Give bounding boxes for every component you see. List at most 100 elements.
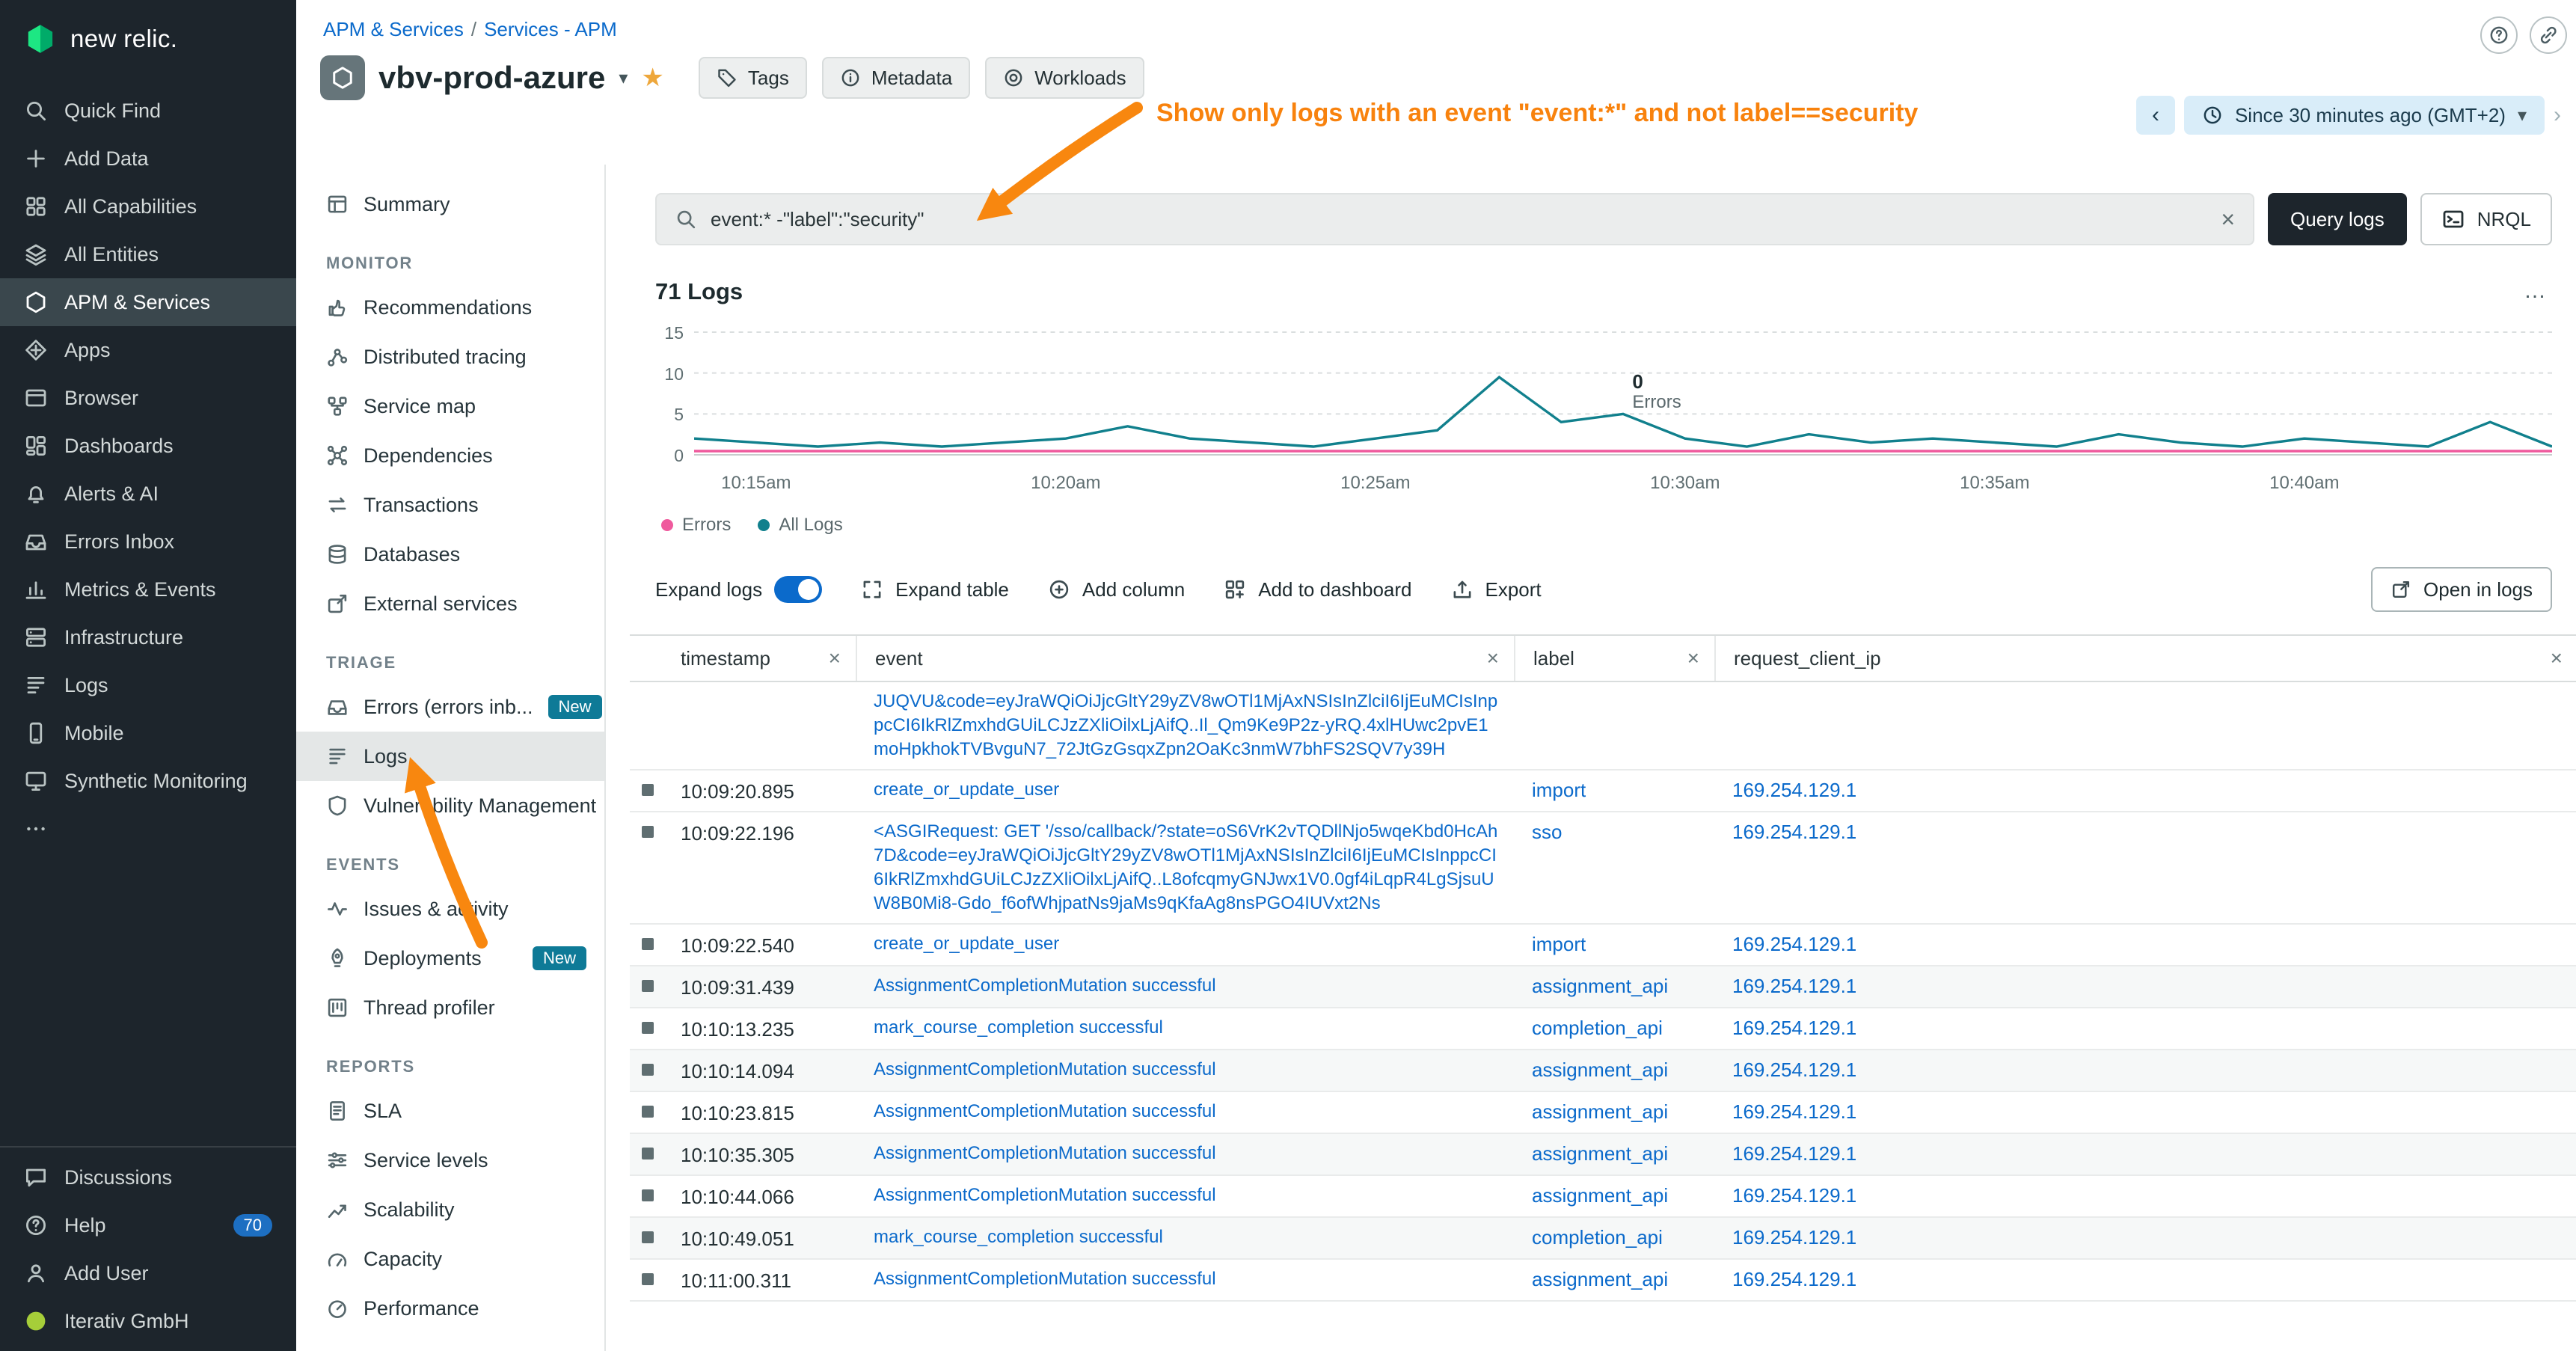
sidebar-footer-item[interactable]: Iterativ GmbH [0,1297,296,1345]
sidebar-item[interactable]: Logs [0,661,296,709]
clear-search-icon[interactable]: × [2221,206,2235,233]
cell-event-link[interactable]: AssignmentCompletionMutation successful [874,1058,1499,1082]
subnav-item[interactable]: External services [296,579,604,628]
sidebar-item[interactable]: Synthetic Monitoring [0,757,296,805]
table-row[interactable]: JUQVU&code=eyJraWQiOiJjcGltY29yZV8wOTl1M… [630,682,2576,771]
cell-label-link[interactable]: assignment_api [1532,974,1699,998]
permalink-button[interactable] [2530,16,2567,54]
sidebar-item[interactable]: All Capabilities [0,183,296,230]
row-marker[interactable] [642,784,654,796]
table-row[interactable]: 10:09:31.439 AssignmentCompletionMutatio… [630,966,2576,1008]
sidebar-item[interactable]: Apps [0,326,296,374]
row-marker[interactable] [642,1189,654,1201]
table-row[interactable]: 10:09:22.540 create_or_update_user impor… [630,925,2576,966]
cell-event-link[interactable]: mark_course_completion successful [874,1225,1499,1249]
cell-label-link[interactable]: assignment_api [1532,1142,1699,1165]
nrql-button[interactable]: NRQL [2420,193,2552,245]
more-options-icon[interactable]: … [2524,278,2549,304]
cell-label-link[interactable]: completion_api [1532,1016,1699,1040]
breadcrumb-services-apm[interactable]: Services - APM [484,18,617,40]
row-marker[interactable] [642,826,654,838]
table-row[interactable]: 10:10:44.066 AssignmentCompletionMutatio… [630,1176,2576,1218]
cell-ip-link[interactable]: 169.254.129.1 [1732,1225,2563,1249]
favorite-star-icon[interactable]: ★ [641,63,663,93]
cell-ip-link[interactable]: 169.254.129.1 [1732,1142,2563,1165]
cell-event-link[interactable]: create_or_update_user [874,778,1499,802]
remove-ip-column-icon[interactable]: × [2539,646,2563,670]
breadcrumb-apm-services[interactable]: APM & Services [323,18,464,40]
table-row[interactable]: 10:11:00.311 AssignmentCompletionMutatio… [630,1260,2576,1302]
expand-table-button[interactable]: Expand table [861,578,1009,601]
entity-header-button[interactable]: Workloads [985,57,1144,99]
logs-search-input[interactable]: event:* -"label":"security" × [655,193,2254,245]
cell-label-link[interactable]: completion_api [1532,1225,1699,1249]
sidebar-item[interactable]: APM & Services [0,278,296,326]
query-logs-button[interactable]: Query logs [2268,193,2407,245]
cell-label-link[interactable]: assignment_api [1532,1267,1699,1291]
new-relic-logo[interactable]: new relic. [0,0,296,78]
cell-label-link[interactable]: assignment_api [1532,1100,1699,1124]
row-marker[interactable] [642,1064,654,1076]
subnav-item[interactable]: Thread profiler [296,983,604,1032]
table-row[interactable]: 10:09:20.895 create_or_update_user impor… [630,771,2576,812]
sidebar-footer-item[interactable]: Help 70 [0,1201,296,1249]
sidebar-item[interactable]: Mobile [0,709,296,757]
page-title[interactable]: vbv-prod-azure [378,60,605,96]
cell-ip-link[interactable]: 169.254.129.1 [1732,1100,2563,1124]
row-marker[interactable] [642,1148,654,1159]
subnav-item[interactable]: Service levels [296,1136,604,1185]
cell-label-link[interactable]: import [1532,932,1699,956]
subnav-item[interactable]: Recommendations [296,283,604,332]
cell-event-link[interactable]: mark_course_completion successful [874,1016,1499,1040]
expand-logs-toggle[interactable] [774,576,822,603]
table-row[interactable]: 10:10:14.094 AssignmentCompletionMutatio… [630,1050,2576,1092]
cell-ip-link[interactable]: 169.254.129.1 [1732,1016,2563,1040]
row-marker[interactable] [642,1273,654,1285]
cell-ip-link[interactable]: 169.254.129.1 [1732,974,2563,998]
subnav-item[interactable]: Distributed tracing [296,332,604,382]
remove-label-column-icon[interactable]: × [1675,646,1699,670]
legend-item[interactable]: All Logs [758,515,842,536]
sidebar-item[interactable]: Add Data [0,135,296,183]
time-forward-button[interactable]: › [2554,102,2561,128]
table-row[interactable]: 10:10:23.815 AssignmentCompletionMutatio… [630,1092,2576,1134]
subnav-item[interactable]: Vulnerability Management [296,781,604,830]
cell-ip-link[interactable]: 169.254.129.1 [1732,1183,2563,1207]
sidebar-item[interactable]: Alerts & AI [0,470,296,518]
subnav-item[interactable]: Dependencies [296,431,604,480]
cell-label-link[interactable]: assignment_api [1532,1183,1699,1207]
cell-event-link[interactable]: AssignmentCompletionMutation successful [874,1183,1499,1207]
subnav-item[interactable]: Transactions [296,480,604,530]
cell-label-link[interactable]: assignment_api [1532,1058,1699,1082]
subnav-item[interactable]: Performance [296,1284,604,1333]
table-row[interactable]: 10:10:13.235 mark_course_completion succ… [630,1008,2576,1050]
time-back-button[interactable]: ‹ [2136,96,2175,135]
table-row[interactable]: 10:10:35.305 AssignmentCompletionMutatio… [630,1134,2576,1176]
subnav-item[interactable]: Service map [296,382,604,431]
sidebar-item[interactable]: Errors Inbox [0,518,296,566]
row-marker[interactable] [642,1231,654,1243]
sidebar-footer-item[interactable]: Discussions [0,1154,296,1201]
row-marker[interactable] [642,938,654,950]
sidebar-item[interactable] [0,805,296,853]
subnav-item[interactable]: Issues & activity [296,884,604,934]
cell-ip-link[interactable]: 169.254.129.1 [1732,1267,2563,1291]
cell-label-link[interactable]: import [1532,778,1699,802]
open-in-logs-button[interactable]: Open in logs [2371,567,2552,612]
sidebar-item[interactable]: Browser [0,374,296,422]
cell-ip-link[interactable]: 169.254.129.1 [1732,820,2563,844]
subnav-item[interactable]: Logs [296,732,604,781]
entity-header-button[interactable]: Tags [699,57,807,99]
help-circle-button[interactable] [2480,16,2518,54]
cell-event-link[interactable]: AssignmentCompletionMutation successful [874,1267,1499,1291]
cell-event-link[interactable]: AssignmentCompletionMutation successful [874,974,1499,998]
entity-header-button[interactable]: Metadata [822,57,970,99]
subnav-item[interactable]: Capacity [296,1234,604,1284]
time-range-selector[interactable]: Since 30 minutes ago (GMT+2) ▾ [2184,96,2545,135]
subnav-item[interactable]: Errors (errors inb... New [296,682,604,732]
cell-ip-link[interactable]: 169.254.129.1 [1732,932,2563,956]
remove-event-column-icon[interactable]: × [1475,646,1499,670]
add-to-dashboard-button[interactable]: Add to dashboard [1224,578,1411,601]
entity-dropdown-chevron-icon[interactable]: ▾ [619,67,628,89]
cell-event-link[interactable]: JUQVU&code=eyJraWQiOiJjcGltY29yZV8wOTl1M… [874,690,1499,762]
